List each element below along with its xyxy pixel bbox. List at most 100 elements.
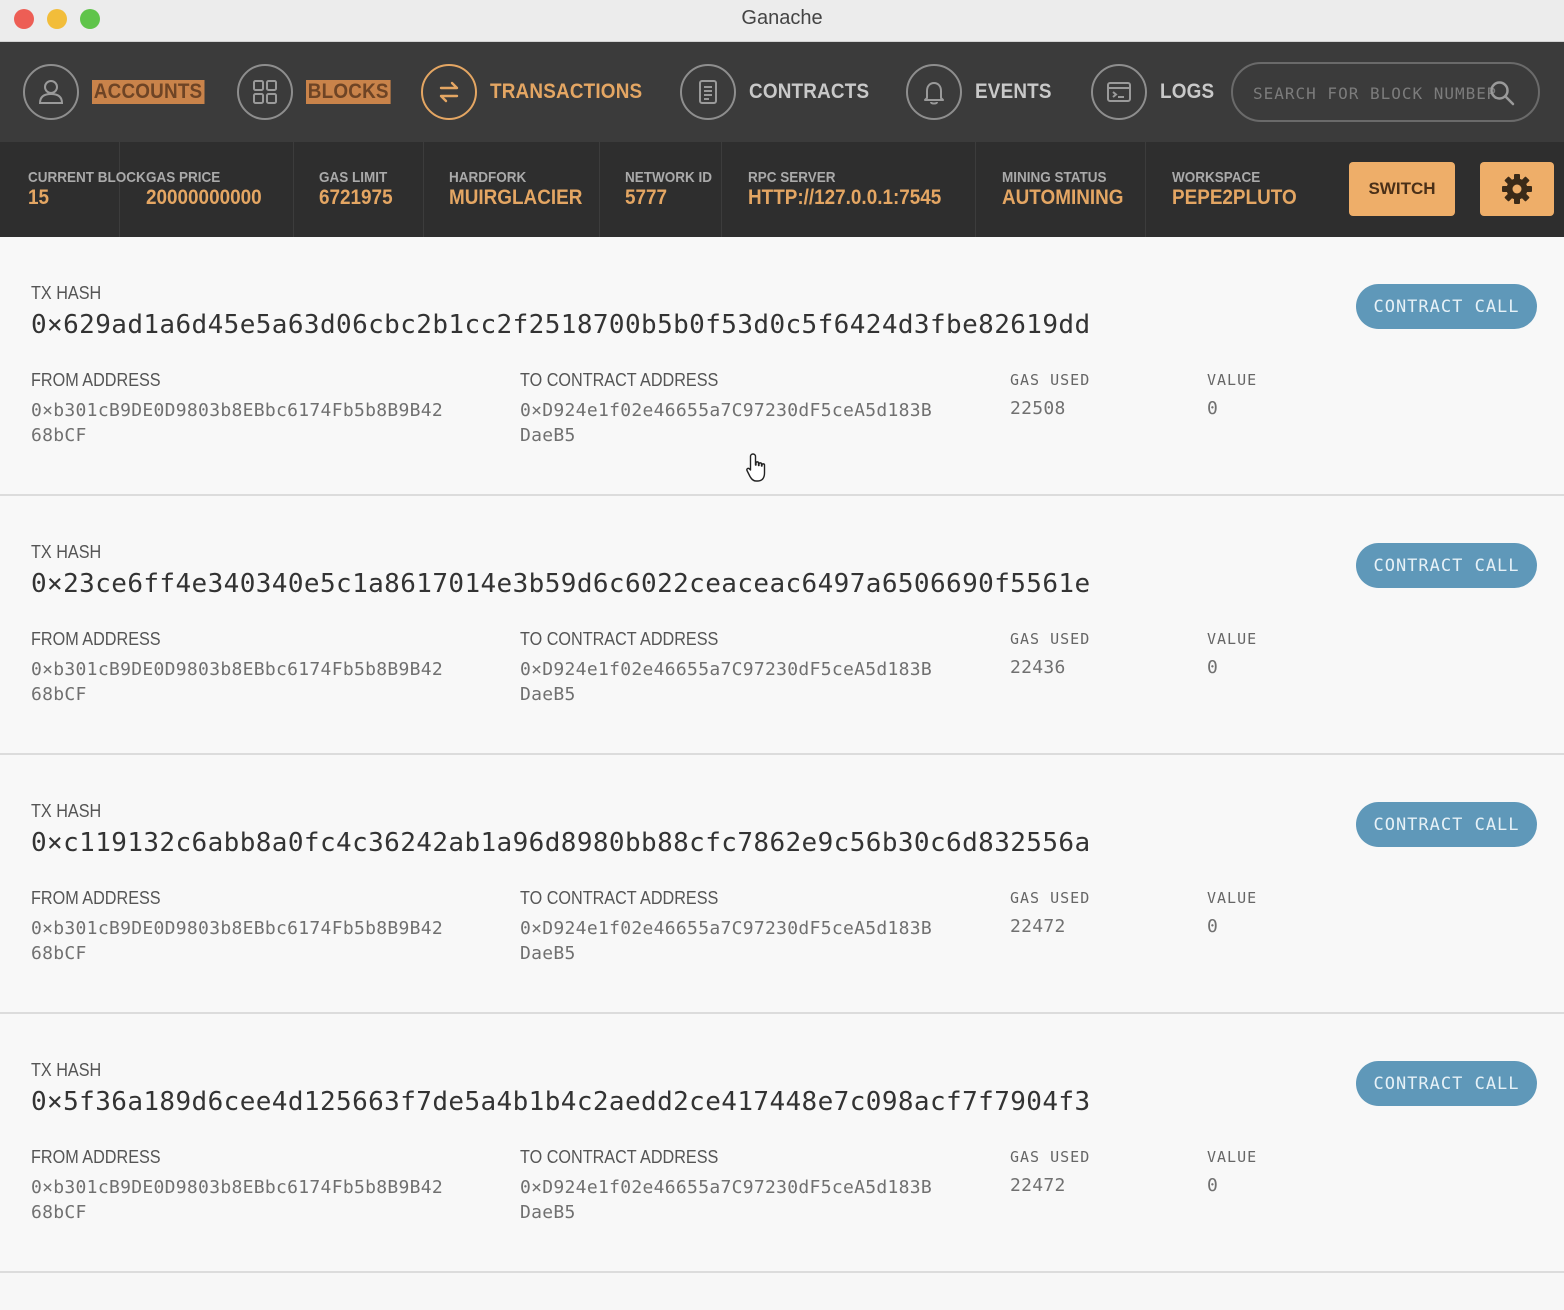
to-contract-address-value: 0×D924e1f02e46655a7C97230dF5ceA5d183B Da… — [520, 400, 933, 446]
tx-hash-value: 0×5f36a189d6cee4d125663f7de5a4b1b4c2aedd… — [31, 1087, 1091, 1117]
stat-gas-limit-label: GAS LIMIT — [319, 169, 388, 186]
stat-network-id-value: 5777 — [625, 186, 668, 209]
transaction-row[interactable]: TX HASH 0×23ce6ff4e340340e5c1a8617014e3b… — [0, 496, 1564, 755]
main-nav: ACCOUNTS BLOCKS TRANSACTIONS CONTRACTS E… — [0, 42, 1564, 142]
stat-gas-limit: GAS LIMIT 6721975 — [294, 142, 424, 237]
document-icon — [680, 64, 736, 120]
nav-logs[interactable]: LOGS — [1091, 61, 1220, 123]
contract-call-badge[interactable]: CONTRACT CALL — [1356, 1061, 1537, 1106]
gas-used-label: GAS USED — [1010, 1148, 1091, 1166]
stat-workspace-value: PEPE2PLUTO — [1172, 186, 1297, 209]
stat-mining-status-value: AUTOMINING — [1002, 186, 1124, 209]
from-address-value: 0×b301cB9DE0D9803b8EBbc6174Fb5b8B9B42 68… — [31, 1177, 444, 1223]
stat-current-block: CURRENT BLOCK 15 — [0, 142, 146, 237]
gas-used-value: 22472 — [1010, 916, 1066, 937]
tx-hash-value: 0×629ad1a6d45e5a63d06cbc2b1cc2f2518700b5… — [31, 310, 1091, 340]
tx-hash-value: 0×23ce6ff4e340340e5c1a8617014e3b59d6c602… — [31, 569, 1091, 599]
person-icon — [23, 64, 79, 120]
to-contract-address-label: TO CONTRACT ADDRESS — [520, 370, 719, 390]
value-label: VALUE — [1207, 889, 1258, 907]
stat-mining-status: MINING STATUS AUTOMINING — [976, 142, 1146, 237]
value-label: VALUE — [1207, 630, 1258, 648]
stat-hardfork-label: HARDFORK — [449, 169, 527, 186]
status-bar: CURRENT BLOCK 15 GAS PRICE 20000000000 G… — [0, 142, 1564, 237]
stat-workspace-label: WORKSPACE — [1172, 169, 1261, 186]
gear-icon — [1502, 174, 1532, 204]
gas-used-label: GAS USED — [1010, 889, 1091, 907]
stat-workspace: WORKSPACE PEPE2PLUTO — [1146, 142, 1336, 237]
from-address-label: FROM ADDRESS — [31, 370, 161, 390]
stat-current-block-value: 15 — [28, 186, 50, 209]
from-address-value: 0×b301cB9DE0D9803b8EBbc6174Fb5b8B9B42 68… — [31, 918, 444, 964]
gas-used-value: 22436 — [1010, 657, 1066, 678]
nav-transactions[interactable]: TRANSACTIONS — [421, 61, 659, 123]
nav-logs-label: LOGS — [1160, 80, 1215, 103]
stat-hardfork-value: MUIRGLACIER — [449, 186, 583, 209]
stat-gas-price-value: 20000000000 — [146, 186, 262, 209]
switch-workspace-button[interactable]: SWITCH — [1349, 162, 1455, 216]
stat-network-id: NETWORK ID 5777 — [600, 142, 722, 237]
nav-contracts-label: CONTRACTS — [749, 80, 870, 103]
value-label: VALUE — [1207, 371, 1258, 389]
stat-rpc-server-label: RPC SERVER — [748, 169, 836, 186]
value-value: 0 — [1207, 916, 1219, 937]
from-address-label: FROM ADDRESS — [31, 629, 161, 649]
value-value: 0 — [1207, 1175, 1219, 1196]
settings-button[interactable] — [1480, 162, 1554, 216]
stat-mining-status-label: MINING STATUS — [1002, 169, 1107, 186]
value-label: VALUE — [1207, 1148, 1258, 1166]
to-contract-address-label: TO CONTRACT ADDRESS — [520, 888, 719, 908]
value-value: 0 — [1207, 657, 1219, 678]
stat-rpc-server-value: HTTP://127.0.0.1:7545 — [748, 186, 942, 209]
transaction-row[interactable]: TX HASH 0×629ad1a6d45e5a63d06cbc2b1cc2f2… — [0, 237, 1564, 496]
nav-blocks-label: BLOCKS — [306, 80, 391, 104]
gas-used-label: GAS USED — [1010, 371, 1091, 389]
to-contract-address-label: TO CONTRACT ADDRESS — [520, 629, 719, 649]
value-value: 0 — [1207, 398, 1219, 419]
gas-used-value: 22472 — [1010, 1175, 1066, 1196]
stat-hardfork: HARDFORK MUIRGLACIER — [424, 142, 600, 237]
contract-call-badge[interactable]: CONTRACT CALL — [1356, 543, 1537, 588]
nav-events-label: EVENTS — [975, 80, 1052, 103]
arrows-exchange-icon — [421, 64, 477, 120]
stat-network-id-label: NETWORK ID — [625, 169, 713, 186]
tx-hash-label: TX HASH — [31, 1060, 102, 1080]
from-address-label: FROM ADDRESS — [31, 1147, 161, 1167]
stat-gas-price-label: GAS PRICE — [146, 169, 221, 186]
contract-call-badge[interactable]: CONTRACT CALL — [1356, 284, 1537, 329]
search-box — [1231, 62, 1540, 122]
transaction-row[interactable]: TX HASH 0×5f36a189d6cee4d125663f7de5a4b1… — [0, 1014, 1564, 1273]
window-title: Ganache — [741, 7, 823, 29]
grid-icon — [237, 64, 293, 120]
tx-hash-label: TX HASH — [31, 801, 102, 821]
nav-transactions-label: TRANSACTIONS — [490, 80, 643, 103]
nav-blocks[interactable]: BLOCKS — [237, 61, 400, 123]
search-input[interactable] — [1251, 78, 1500, 108]
tx-hash-value: 0×c119132c6abb8a0fc4c36242ab1a96d8980bb8… — [31, 828, 1091, 858]
tx-hash-label: TX HASH — [31, 542, 102, 562]
stat-gas-limit-value: 6721975 — [319, 186, 393, 209]
contract-call-badge[interactable]: CONTRACT CALL — [1356, 802, 1537, 847]
transaction-row[interactable]: TX HASH 0×c119132c6abb8a0fc4c36242ab1a96… — [0, 755, 1564, 1014]
to-contract-address-label: TO CONTRACT ADDRESS — [520, 1147, 719, 1167]
nav-accounts[interactable]: ACCOUNTS — [23, 61, 217, 123]
nav-contracts[interactable]: CONTRACTS — [680, 61, 883, 123]
stat-rpc-server: RPC SERVER HTTP://127.0.0.1:7545 — [722, 142, 976, 237]
to-contract-address-value: 0×D924e1f02e46655a7C97230dF5ceA5d183B Da… — [520, 918, 933, 964]
terminal-icon — [1091, 64, 1147, 120]
bell-icon — [906, 64, 962, 120]
nav-events[interactable]: EVENTS — [906, 61, 1060, 123]
nav-accounts-label: ACCOUNTS — [92, 80, 205, 104]
from-address-value: 0×b301cB9DE0D9803b8EBbc6174Fb5b8B9B42 68… — [31, 659, 444, 705]
to-contract-address-value: 0×D924e1f02e46655a7C97230dF5ceA5d183B Da… — [520, 1177, 933, 1223]
search-icon[interactable] — [1488, 79, 1516, 107]
from-address-label: FROM ADDRESS — [31, 888, 161, 908]
tx-hash-label: TX HASH — [31, 283, 102, 303]
from-address-value: 0×b301cB9DE0D9803b8EBbc6174Fb5b8B9B42 68… — [31, 400, 444, 446]
stat-gas-price: GAS PRICE 20000000000 — [120, 142, 294, 237]
transaction-list: TX HASH 0×629ad1a6d45e5a63d06cbc2b1cc2f2… — [0, 237, 1564, 1273]
gas-used-value: 22508 — [1010, 398, 1066, 419]
to-contract-address-value: 0×D924e1f02e46655a7C97230dF5ceA5d183B Da… — [520, 659, 933, 705]
window-titlebar: Ganache — [0, 0, 1564, 42]
gas-used-label: GAS USED — [1010, 630, 1091, 648]
